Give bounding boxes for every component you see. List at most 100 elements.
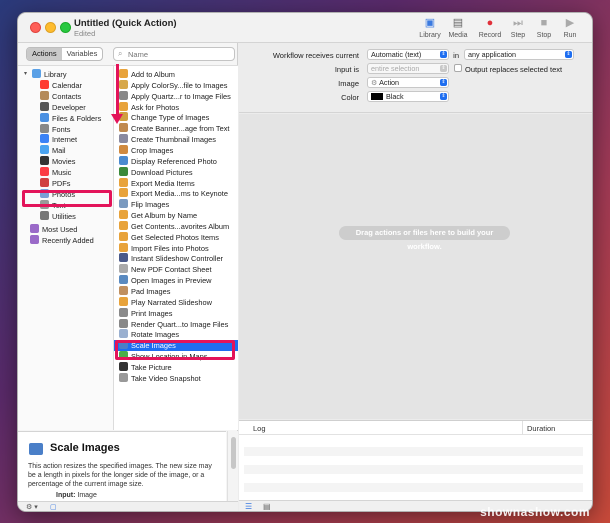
chevron-updown-icon: ⇕	[440, 65, 447, 72]
action-icon	[119, 144, 128, 154]
run-button[interactable]: ▶ Run	[556, 17, 584, 39]
action-item[interactable]: Flip Images	[114, 199, 238, 210]
action-item[interactable]: Print Images	[114, 307, 238, 319]
action-icon	[119, 307, 128, 317]
description-scrollbar[interactable]	[227, 431, 238, 501]
action-item[interactable]: Import Files into Photos	[114, 242, 238, 254]
action-icon	[119, 69, 128, 78]
action-item[interactable]: Get Contents...avorites Album	[114, 220, 238, 232]
log-column-header[interactable]: Log	[253, 424, 266, 433]
category-developer[interactable]: Developer	[18, 101, 114, 113]
action-item[interactable]: Get Album by Name	[114, 210, 238, 221]
action-item[interactable]: Export Media...ms to Keynote	[114, 188, 238, 199]
action-item[interactable]: Ask for Photos	[114, 101, 238, 113]
close-window-button[interactable]	[30, 22, 41, 33]
category-calendar[interactable]: Calendar	[18, 79, 114, 91]
action-item[interactable]: Change Type of Images	[114, 112, 238, 123]
search-input[interactable]	[128, 48, 232, 60]
output-replaces-checkbox[interactable]	[454, 64, 462, 72]
category-icon	[40, 101, 49, 111]
category-most-used[interactable]: Most Used	[18, 223, 114, 235]
log-view-icon[interactable]: ▤	[263, 502, 271, 511]
photos-highlight-box	[22, 190, 112, 207]
action-icon	[119, 242, 128, 252]
workflow-canvas[interactable]: Drag actions or files here to build your…	[239, 114, 592, 419]
category-icon	[40, 79, 49, 89]
category-mail[interactable]: Mail	[18, 145, 114, 156]
category-icon	[40, 167, 49, 177]
gear-icon[interactable]: ⚙ ▾	[26, 503, 38, 511]
category-movies[interactable]: Movies	[18, 156, 114, 167]
image-popup[interactable]: ⚙ Action ⇕	[367, 77, 449, 88]
input-is-popup[interactable]: entire selection ⇕	[367, 63, 449, 74]
category-icon	[40, 90, 49, 100]
step-icon: ⏭	[513, 17, 523, 29]
stop-button[interactable]: ■ Stop	[530, 17, 558, 39]
action-item[interactable]: New PDF Contact Sheet	[114, 264, 238, 275]
scroll-thumb[interactable]	[231, 437, 236, 469]
library-button[interactable]: ▣ Library	[416, 17, 444, 39]
action-item[interactable]: Display Referenced Photo	[114, 155, 238, 167]
action-item[interactable]: Rotate Images	[114, 329, 238, 340]
title-bar: Untitled (Quick Action) Edited ▣ Library…	[18, 13, 592, 43]
description-toggle-icon[interactable]: ▢	[50, 503, 57, 511]
color-label: Color	[341, 93, 359, 102]
list-view-icon[interactable]: ☰	[245, 502, 252, 511]
action-item[interactable]: Open Images in Preview	[114, 275, 238, 286]
action-item[interactable]: Crop Images	[114, 144, 238, 156]
category-pdfs[interactable]: PDFs	[18, 178, 114, 189]
action-item[interactable]: Apply Quartz...r to Image Files	[114, 90, 238, 102]
category-music[interactable]: Music	[18, 167, 114, 178]
receives-popup[interactable]: Automatic (text) ⇕	[367, 49, 449, 60]
step-button[interactable]: ⏭ Step	[504, 17, 532, 39]
category-recently-added[interactable]: Recently Added	[18, 234, 114, 246]
category-library[interactable]: ▾ Library	[18, 69, 114, 80]
search-field[interactable]: ⌕	[113, 47, 235, 61]
tab-actions[interactable]: Actions	[27, 48, 62, 60]
category-icon	[40, 156, 49, 166]
action-item[interactable]: Get Selected Photos Items	[114, 231, 238, 243]
category-fonts[interactable]: Fonts	[18, 123, 114, 135]
action-icon	[119, 318, 128, 328]
chevron-updown-icon: ⇕	[440, 79, 447, 86]
minimize-window-button[interactable]	[45, 22, 56, 33]
action-item[interactable]: Render Quart...to Image Files	[114, 318, 238, 330]
action-icon	[119, 177, 128, 187]
zoom-window-button[interactable]	[60, 22, 71, 33]
action-item[interactable]: Take Video Snapshot	[114, 372, 238, 384]
duration-column-header[interactable]: Duration	[527, 424, 555, 433]
action-icon	[119, 166, 128, 176]
category-files-folders[interactable]: Files & Folders	[18, 112, 114, 124]
action-item[interactable]: Create Banner...age from Text	[114, 123, 238, 134]
action-item[interactable]: Download Pictures	[114, 166, 238, 178]
library-tabs: Actions Variables	[26, 47, 104, 61]
description-input: Input: Image	[56, 492, 97, 499]
output-replaces-label: Output replaces selected text	[465, 65, 563, 74]
action-item[interactable]: Export Media Items	[114, 177, 238, 189]
media-button[interactable]: ▤ Media	[444, 17, 472, 39]
action-item[interactable]: Take Picture	[114, 361, 238, 373]
log-row	[244, 447, 583, 456]
application-popup[interactable]: any application ⇕	[464, 49, 574, 60]
image-label: Image	[338, 79, 359, 88]
color-swatch	[371, 93, 383, 100]
action-item[interactable]: Play Narrated Slideshow	[114, 296, 238, 308]
action-item[interactable]: Create Thumbnail Images	[114, 134, 238, 145]
description-title: Scale Images	[50, 442, 120, 454]
disclosure-triangle-icon[interactable]: ▾	[24, 69, 27, 80]
category-internet[interactable]: Internet	[18, 134, 114, 145]
action-item[interactable]: Pad Images	[114, 286, 238, 297]
action-icon	[119, 220, 128, 230]
action-item[interactable]: Apply ColorSy...file to Images	[114, 79, 238, 91]
category-utilities[interactable]: Utilities	[18, 210, 114, 222]
log-row	[244, 483, 583, 492]
action-icon	[119, 134, 128, 144]
chevron-updown-icon: ⇕	[565, 51, 572, 58]
record-button[interactable]: ● Record	[476, 17, 504, 39]
category-icon	[40, 134, 49, 144]
action-item[interactable]: Add to Album	[114, 69, 238, 80]
color-popup[interactable]: Black ⇕	[367, 91, 449, 102]
action-item[interactable]: Instant Slideshow Controller	[114, 253, 238, 264]
category-contacts[interactable]: Contacts	[18, 90, 114, 102]
tab-variables[interactable]: Variables	[62, 48, 103, 60]
